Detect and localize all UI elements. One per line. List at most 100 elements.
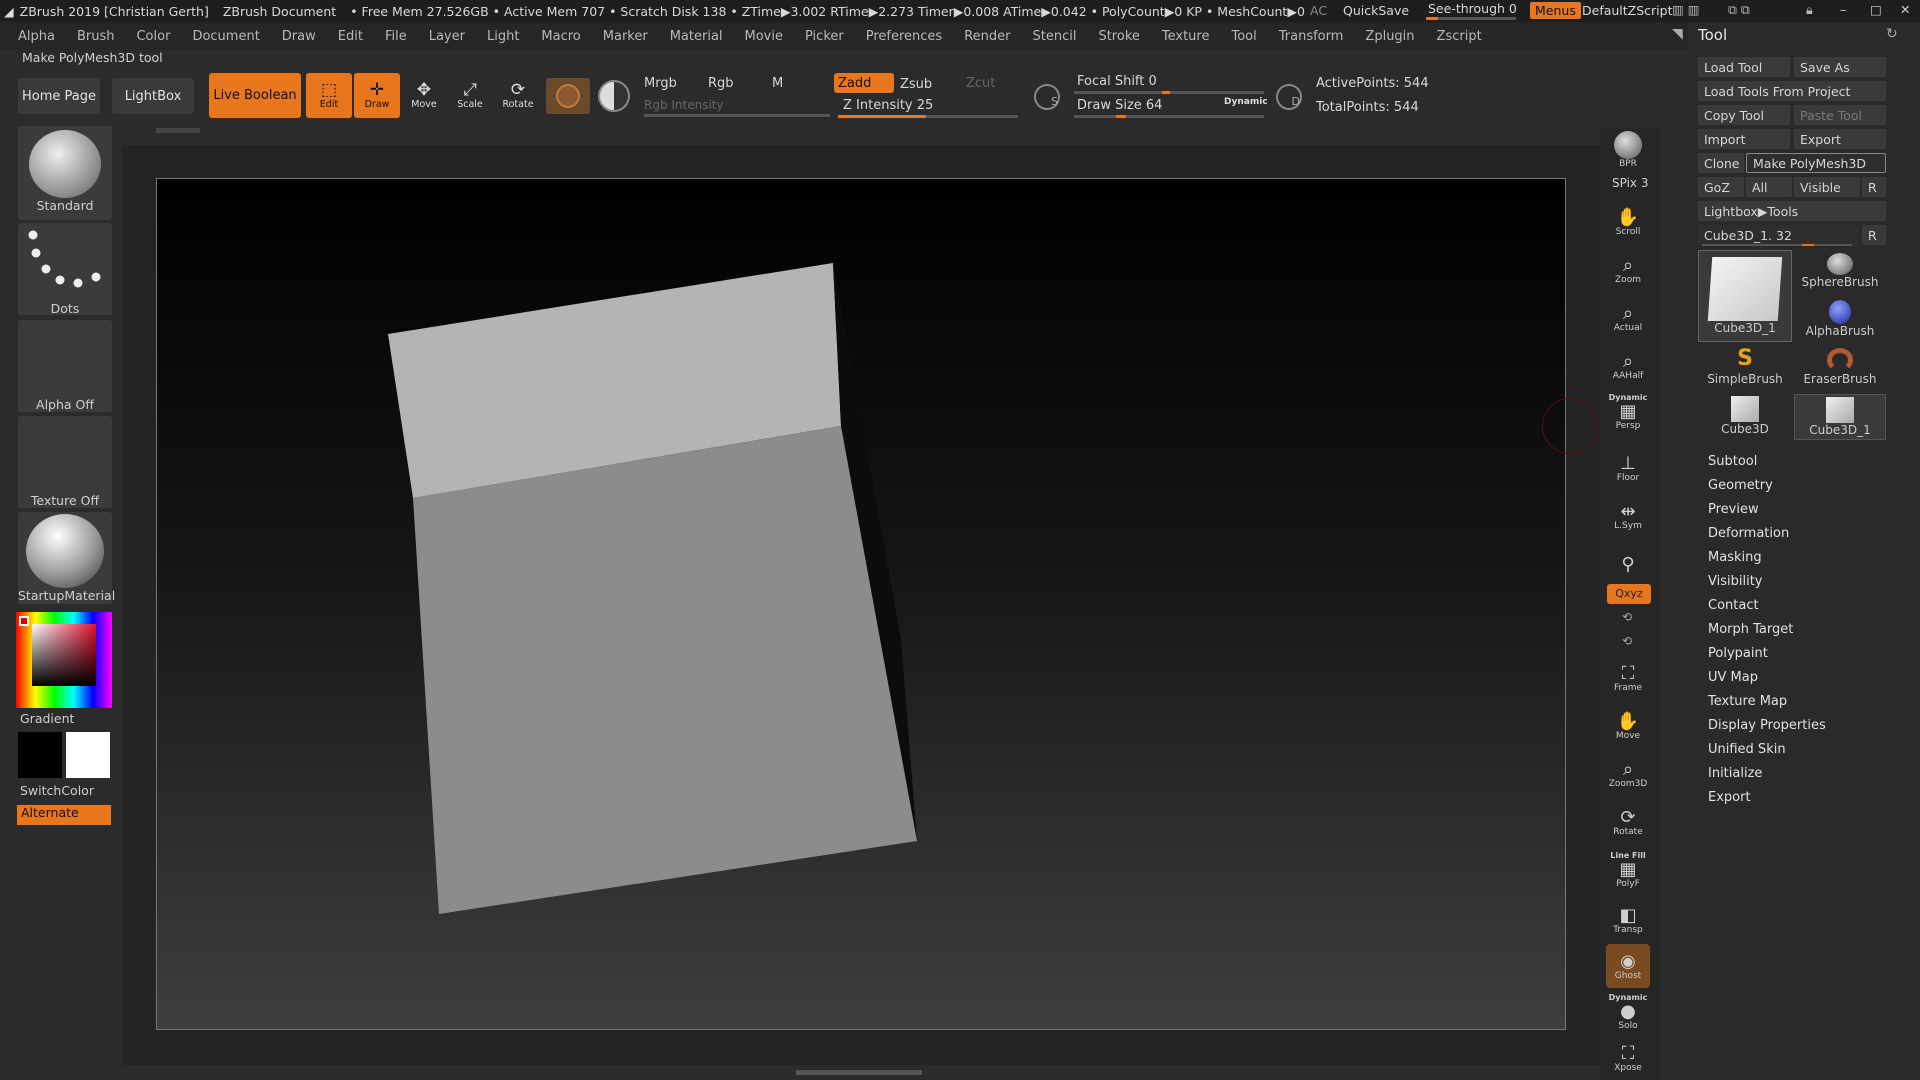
secondary-color-swatch[interactable]	[18, 732, 62, 778]
bpr-button[interactable]: BPR	[1606, 128, 1650, 172]
tool-section-masking[interactable]: Masking	[1708, 550, 1762, 565]
current-tool-slider[interactable]: Cube3D_1. 32	[1698, 225, 1858, 245]
menu-light[interactable]: Light	[487, 29, 519, 44]
tool-r-button[interactable]: R	[1862, 225, 1886, 245]
rotate-view-button[interactable]: ⟳ Rotate	[1606, 800, 1650, 844]
ghost-button[interactable]: ◉ Ghost	[1606, 944, 1650, 988]
menu-draw[interactable]: Draw	[282, 29, 316, 44]
tool-section-deformation[interactable]: Deformation	[1708, 526, 1789, 541]
load-tools-from-project-button[interactable]: Load Tools From Project	[1698, 81, 1886, 101]
move-button[interactable]: ✥ Move	[402, 73, 446, 117]
polyframe-button[interactable]: Line Fill ▦ PolyF	[1606, 848, 1650, 892]
menu-macro[interactable]: Macro	[541, 29, 580, 44]
material-swatch-button[interactable]	[546, 78, 590, 114]
import-button[interactable]: Import	[1698, 129, 1790, 149]
lightbox-tools-button[interactable]: Lightbox▶Tools	[1698, 201, 1886, 221]
tool-thumb-eraserbrush[interactable]: EraserBrush	[1794, 346, 1886, 392]
minimize-button[interactable]: –	[1840, 2, 1846, 17]
home-page-button[interactable]: Home Page	[18, 78, 100, 114]
tool-section-export[interactable]: Export	[1708, 790, 1751, 805]
menu-preferences[interactable]: Preferences	[866, 29, 942, 44]
tool-section-unified-skin[interactable]: Unified Skin	[1708, 742, 1786, 757]
menu-movie[interactable]: Movie	[745, 29, 783, 44]
document-viewport[interactable]	[156, 178, 1566, 1030]
draw-mode-icon[interactable]: D	[1276, 84, 1302, 110]
menu-marker[interactable]: Marker	[603, 29, 648, 44]
main-color-swatch[interactable]	[66, 732, 110, 778]
focal-shift-slider[interactable]: Focal Shift 0	[1077, 74, 1157, 89]
tool-section-preview[interactable]: Preview	[1708, 502, 1759, 517]
rgb-button[interactable]: Rgb	[708, 76, 734, 91]
tool-section-initialize[interactable]: Initialize	[1708, 766, 1762, 781]
tool-section-visibility[interactable]: Visibility	[1708, 574, 1762, 589]
clone-button[interactable]: Clone	[1698, 153, 1744, 173]
colorize-toggle-icon[interactable]	[598, 80, 630, 112]
menu-file[interactable]: File	[385, 29, 407, 44]
tool-section-geometry[interactable]: Geometry	[1708, 478, 1773, 493]
make-polymesh3d-button[interactable]: Make PolyMesh3D	[1746, 153, 1886, 173]
material-selector[interactable]: StartupMaterial	[18, 512, 115, 604]
brush-selector[interactable]: Standard	[18, 126, 112, 220]
menu-stencil[interactable]: Stencil	[1032, 29, 1076, 44]
goz-all-button[interactable]: All	[1746, 177, 1792, 197]
z-intensity-slider[interactable]: Z Intensity 25	[843, 98, 933, 113]
dynamic-size-toggle[interactable]: Dynamic	[1224, 97, 1268, 107]
menu-layer[interactable]: Layer	[429, 29, 465, 44]
menu-picker[interactable]: Picker	[805, 29, 844, 44]
switchcolor-button[interactable]: SwitchColor	[20, 783, 94, 798]
lightbox-button[interactable]: LightBox	[112, 78, 194, 114]
ac-label[interactable]: AC	[1310, 3, 1327, 18]
goz-r-button[interactable]: R	[1862, 177, 1886, 197]
tool-thumb-cube3d-1[interactable]: Cube3D_1	[1698, 250, 1792, 342]
tool-thumb-alphabrush[interactable]: AlphaBrush	[1794, 298, 1886, 342]
floor-button[interactable]: ⊥ Floor	[1606, 446, 1650, 490]
menu-transform[interactable]: Transform	[1279, 29, 1344, 44]
actual-button[interactable]: ⌕ Actual	[1606, 296, 1650, 340]
close-button[interactable]: ✕	[1900, 2, 1910, 17]
maximize-button[interactable]: □	[1870, 2, 1882, 17]
draw-size-slider[interactable]: Draw Size 64	[1077, 98, 1162, 113]
tool-section-polypaint[interactable]: Polypaint	[1708, 646, 1768, 661]
aahalf-button[interactable]: ⌕ AAHalf	[1606, 344, 1650, 388]
frame-button[interactable]: ⛶ Frame	[1606, 656, 1650, 700]
menu-zscript[interactable]: Zscript	[1437, 29, 1482, 44]
focal-mode-icon[interactable]: S	[1034, 84, 1060, 110]
scale-button[interactable]: ⤢ Scale	[448, 73, 492, 117]
persp-button[interactable]: Dynamic ▦ Persp	[1606, 390, 1650, 434]
transp-button[interactable]: ◧ Transp	[1606, 898, 1650, 942]
xpose-button[interactable]: ⛶ Xpose	[1606, 1036, 1650, 1080]
color-saturation-field[interactable]	[32, 624, 96, 686]
layout-icon[interactable]: ▥ ▥	[1672, 2, 1700, 17]
quicksave-button[interactable]: QuickSave	[1343, 3, 1409, 18]
tool-section-uv-map[interactable]: UV Map	[1708, 670, 1758, 685]
alternate-button[interactable]: Alternate	[17, 805, 111, 825]
tool-section-display-properties[interactable]: Display Properties	[1708, 718, 1826, 733]
menu-zplugin[interactable]: Zplugin	[1365, 29, 1414, 44]
zadd-button[interactable]: Zadd	[834, 73, 894, 93]
move-view-button[interactable]: ✋ Move	[1606, 704, 1650, 748]
edit-button[interactable]: ⬚ Edit	[306, 73, 352, 118]
tool-section-contact[interactable]: Contact	[1708, 598, 1759, 613]
tool-thumb-cube3d-1-copy[interactable]: Cube3D_1	[1794, 394, 1886, 440]
spix-slider[interactable]: SPix 3	[1612, 176, 1648, 190]
alpha-selector[interactable]: Alpha Off	[18, 320, 112, 412]
rotate-z-icon[interactable]: ⟲	[1622, 634, 1632, 648]
menu-material[interactable]: Material	[670, 29, 723, 44]
zoom3d-button[interactable]: ⌕ Zoom3D	[1606, 752, 1650, 796]
copy-tool-button[interactable]: Copy Tool	[1698, 105, 1790, 125]
menu-document[interactable]: Document	[192, 29, 259, 44]
goz-button[interactable]: GoZ	[1698, 177, 1744, 197]
rotate-button[interactable]: ⟳ Rotate	[496, 73, 540, 117]
default-zscript-button[interactable]: DefaultZScript	[1582, 3, 1673, 18]
bottom-scroll-handle[interactable]	[796, 1070, 922, 1075]
xyz-symmetry-button[interactable]: Qxyz	[1607, 584, 1651, 604]
mrgb-button[interactable]: Mrgb	[644, 76, 677, 91]
local-symmetry-button[interactable]: ⇹ L.Sym	[1606, 494, 1650, 538]
seethrough-slider[interactable]: See-through 0	[1428, 1, 1517, 16]
scroll-button[interactable]: ✋ Scroll	[1606, 200, 1650, 244]
live-boolean-button[interactable]: Live Boolean	[209, 73, 301, 118]
rotate-y-icon[interactable]: ⟲	[1622, 610, 1632, 624]
stroke-selector[interactable]: Dots	[18, 223, 112, 316]
paste-tool-button[interactable]: Paste Tool	[1794, 105, 1886, 125]
palette-reset-icon[interactable]: ↻	[1886, 26, 1898, 42]
